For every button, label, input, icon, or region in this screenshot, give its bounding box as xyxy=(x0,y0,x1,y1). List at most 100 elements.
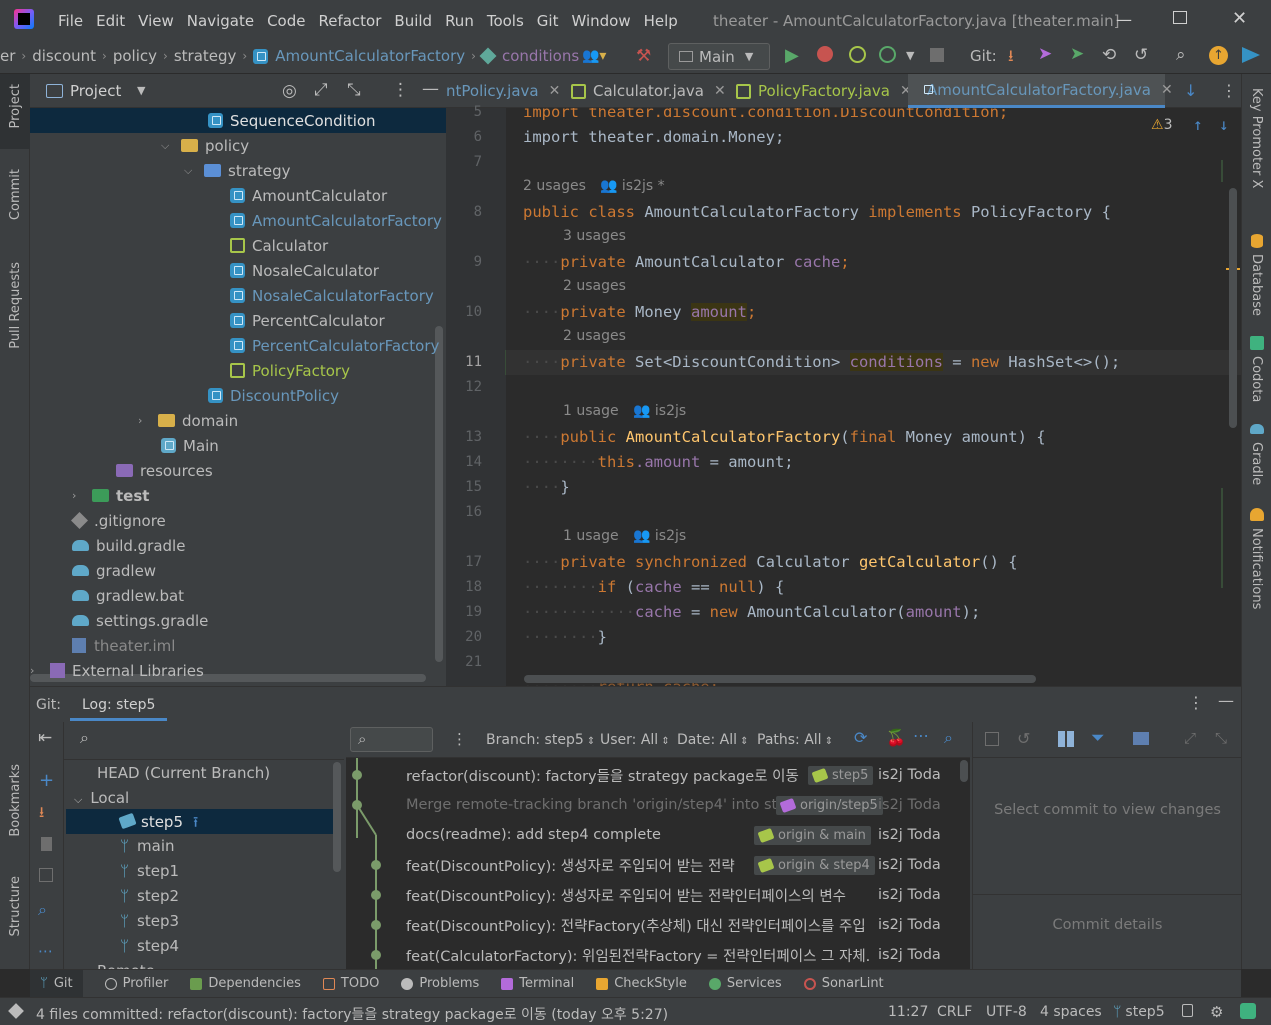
menu-help[interactable]: Help xyxy=(644,12,678,30)
branch-item-step2[interactable]: ᛘ step2 xyxy=(120,887,179,905)
update-icon[interactable]: ↑ xyxy=(1209,46,1228,65)
history-icon[interactable]: ⟲ xyxy=(1102,45,1116,65)
tab-log-step5[interactable]: Log: step5 xyxy=(70,691,168,721)
commit-row[interactable]: docs(readme): add step4 complete origin &… xyxy=(346,820,970,850)
close-icon[interactable]: ✕ xyxy=(549,83,561,99)
hide-panel-icon[interactable]: — xyxy=(1218,691,1234,710)
tree-item[interactable]: › External Libraries xyxy=(30,658,204,683)
gradle-tool-button[interactable]: Gradle xyxy=(1249,442,1264,485)
diff-icon[interactable] xyxy=(985,732,999,746)
author-hint[interactable]: 👥 is2js * xyxy=(600,178,665,194)
caret-position[interactable]: 11:27 xyxy=(888,1004,928,1020)
profiler-tool-button[interactable]: Profiler xyxy=(104,976,168,991)
collapse-icon[interactable]: ⤡ xyxy=(1215,729,1227,747)
tab-policy-factory[interactable]: PolicyFactory.java ✕ xyxy=(736,74,912,108)
tree-item[interactable]: ⌵ strategy xyxy=(184,158,291,183)
local-branches-group[interactable]: ⌵ Local xyxy=(74,789,129,807)
tree-item[interactable]: gradlew.bat xyxy=(72,583,184,608)
debug-icon[interactable] xyxy=(817,46,833,62)
chevron-down-icon[interactable]: ⌵ xyxy=(184,164,196,178)
breadcrumb-item[interactable]: er xyxy=(0,47,15,65)
tree-item[interactable]: Calculator xyxy=(230,233,328,258)
project-tool-button[interactable]: Project xyxy=(8,84,23,128)
usages-hint[interactable]: 1 usage xyxy=(563,403,619,419)
search-icon[interactable]: ⌕ xyxy=(944,728,953,748)
expand-all-icon[interactable]: ⤢ xyxy=(314,80,328,100)
branch-item-step5[interactable]: step5 ⭱ xyxy=(118,812,198,837)
build-hammer-icon[interactable]: ⚒ xyxy=(636,46,651,66)
tree-item[interactable]: PercentCalculatorFactory xyxy=(230,333,439,358)
paths-filter[interactable]: Paths: All ⇕ xyxy=(757,732,833,748)
close-icon[interactable]: ✕ xyxy=(1161,82,1173,98)
chevron-down-icon[interactable]: ⌵ xyxy=(161,139,173,153)
file-encoding[interactable]: UTF-8 xyxy=(986,1004,1027,1020)
git-commit-icon[interactable]: ➤ xyxy=(1038,44,1052,64)
next-highlight-icon[interactable]: ↓ xyxy=(1219,115,1229,134)
minimize-button[interactable]: — xyxy=(1116,10,1132,29)
checkstyle-tool-button[interactable]: CheckStyle xyxy=(596,976,687,991)
menu-navigate[interactable]: Navigate xyxy=(187,12,254,30)
options-icon[interactable]: ⋮ xyxy=(392,80,409,100)
collapse-left-icon[interactable]: ⇤ xyxy=(38,728,52,748)
delete-icon[interactable] xyxy=(41,837,52,851)
tree-item[interactable]: resources xyxy=(116,458,213,483)
code-editor[interactable]: import theater.discount.condition.Discou… xyxy=(506,108,1241,686)
tree-item[interactable]: theater.iml xyxy=(72,633,175,658)
rollback-icon[interactable]: ↺ xyxy=(1134,45,1148,65)
view-options-icon[interactable] xyxy=(1133,732,1149,745)
editor-hscrollbar[interactable] xyxy=(524,675,1036,683)
user-filter[interactable]: User: All ⇕ xyxy=(600,732,670,748)
services-tool-button[interactable]: Services xyxy=(708,976,782,991)
search-everywhere-icon[interactable]: ⌕ xyxy=(1176,45,1186,65)
notifications-tool-button[interactable]: Notifications xyxy=(1249,528,1264,609)
tree-item[interactable]: NosaleCalculatorFactory xyxy=(230,283,434,308)
more-icon[interactable]: ⋯ xyxy=(913,726,929,745)
tree-item[interactable]: Main xyxy=(161,433,219,458)
hide-panel-icon[interactable]: — xyxy=(422,79,439,99)
warnings-indicator[interactable]: ⚠3 xyxy=(1151,117,1172,133)
breadcrumb-item[interactable]: policy xyxy=(113,47,157,65)
indent-setting[interactable]: 4 spaces xyxy=(1040,1004,1102,1020)
tree-item[interactable]: DiscountPolicy xyxy=(208,383,339,408)
branch-filter[interactable]: Branch: step5 ⇕ xyxy=(486,732,595,748)
structure-tool-button[interactable]: Structure xyxy=(8,876,23,936)
git-update-icon[interactable]: ⭳ xyxy=(1008,45,1014,72)
code-with-me-icon[interactable] xyxy=(1242,47,1260,63)
menu-edit[interactable]: Edit xyxy=(96,12,125,30)
previous-highlight-icon[interactable]: ↑ xyxy=(1193,115,1203,134)
commit-row[interactable]: feat(DiscountPolicy): 전략Factory(추상체) 대신 … xyxy=(346,910,970,940)
todo-tool-button[interactable]: TODO xyxy=(322,976,379,991)
profile-icon[interactable] xyxy=(879,46,896,63)
menu-refactor[interactable]: Refactor xyxy=(318,12,381,30)
author-hint[interactable]: 👥 is2js xyxy=(633,528,686,544)
tree-item[interactable]: PolicyFactory xyxy=(230,358,350,383)
editor-scrollbar[interactable] xyxy=(1229,188,1237,428)
fetch-icon[interactable]: ⭳ xyxy=(39,802,44,827)
bookmarks-tool-button[interactable]: Bookmarks xyxy=(8,764,23,837)
menu-git[interactable]: Git xyxy=(537,12,559,30)
database-tool-button[interactable]: Database xyxy=(1249,254,1264,316)
usages-hint[interactable]: 2 usages xyxy=(523,178,586,194)
more-icon[interactable]: ⋯ xyxy=(38,942,53,960)
users-icon[interactable]: 👥▾ xyxy=(582,48,612,66)
coverage-icon[interactable] xyxy=(849,46,866,63)
maximize-button[interactable] xyxy=(1173,11,1187,24)
status-layers-icon[interactable] xyxy=(8,1003,24,1019)
revert-icon[interactable]: ↺ xyxy=(1017,729,1030,748)
stop-icon[interactable] xyxy=(930,48,944,62)
tree-item[interactable]: › test xyxy=(72,483,149,508)
branches-scrollbar[interactable] xyxy=(333,762,341,872)
status-message[interactable]: 4 files committed: refactor(discount): f… xyxy=(36,1004,668,1024)
filter-icon[interactable]: ⏷ xyxy=(1091,728,1105,748)
compare-icon[interactable] xyxy=(39,868,53,882)
tree-item[interactable]: PercentCalculator xyxy=(230,308,385,333)
branch-item-step4[interactable]: ᛘ step4 xyxy=(120,937,179,955)
sonarlint-tool-button[interactable]: SonarLint xyxy=(803,976,884,991)
branch-search-input[interactable] xyxy=(102,726,332,750)
project-panel-title[interactable]: Project xyxy=(70,82,121,100)
locate-icon[interactable]: ◎ xyxy=(282,81,297,101)
close-window-button[interactable]: ✕ xyxy=(1232,8,1247,29)
branch-item-step1[interactable]: ᛘ step1 xyxy=(120,862,179,880)
date-filter[interactable]: Date: All ⇕ xyxy=(677,732,749,748)
tab-calculator[interactable]: Calculator.java ✕ xyxy=(571,74,726,108)
